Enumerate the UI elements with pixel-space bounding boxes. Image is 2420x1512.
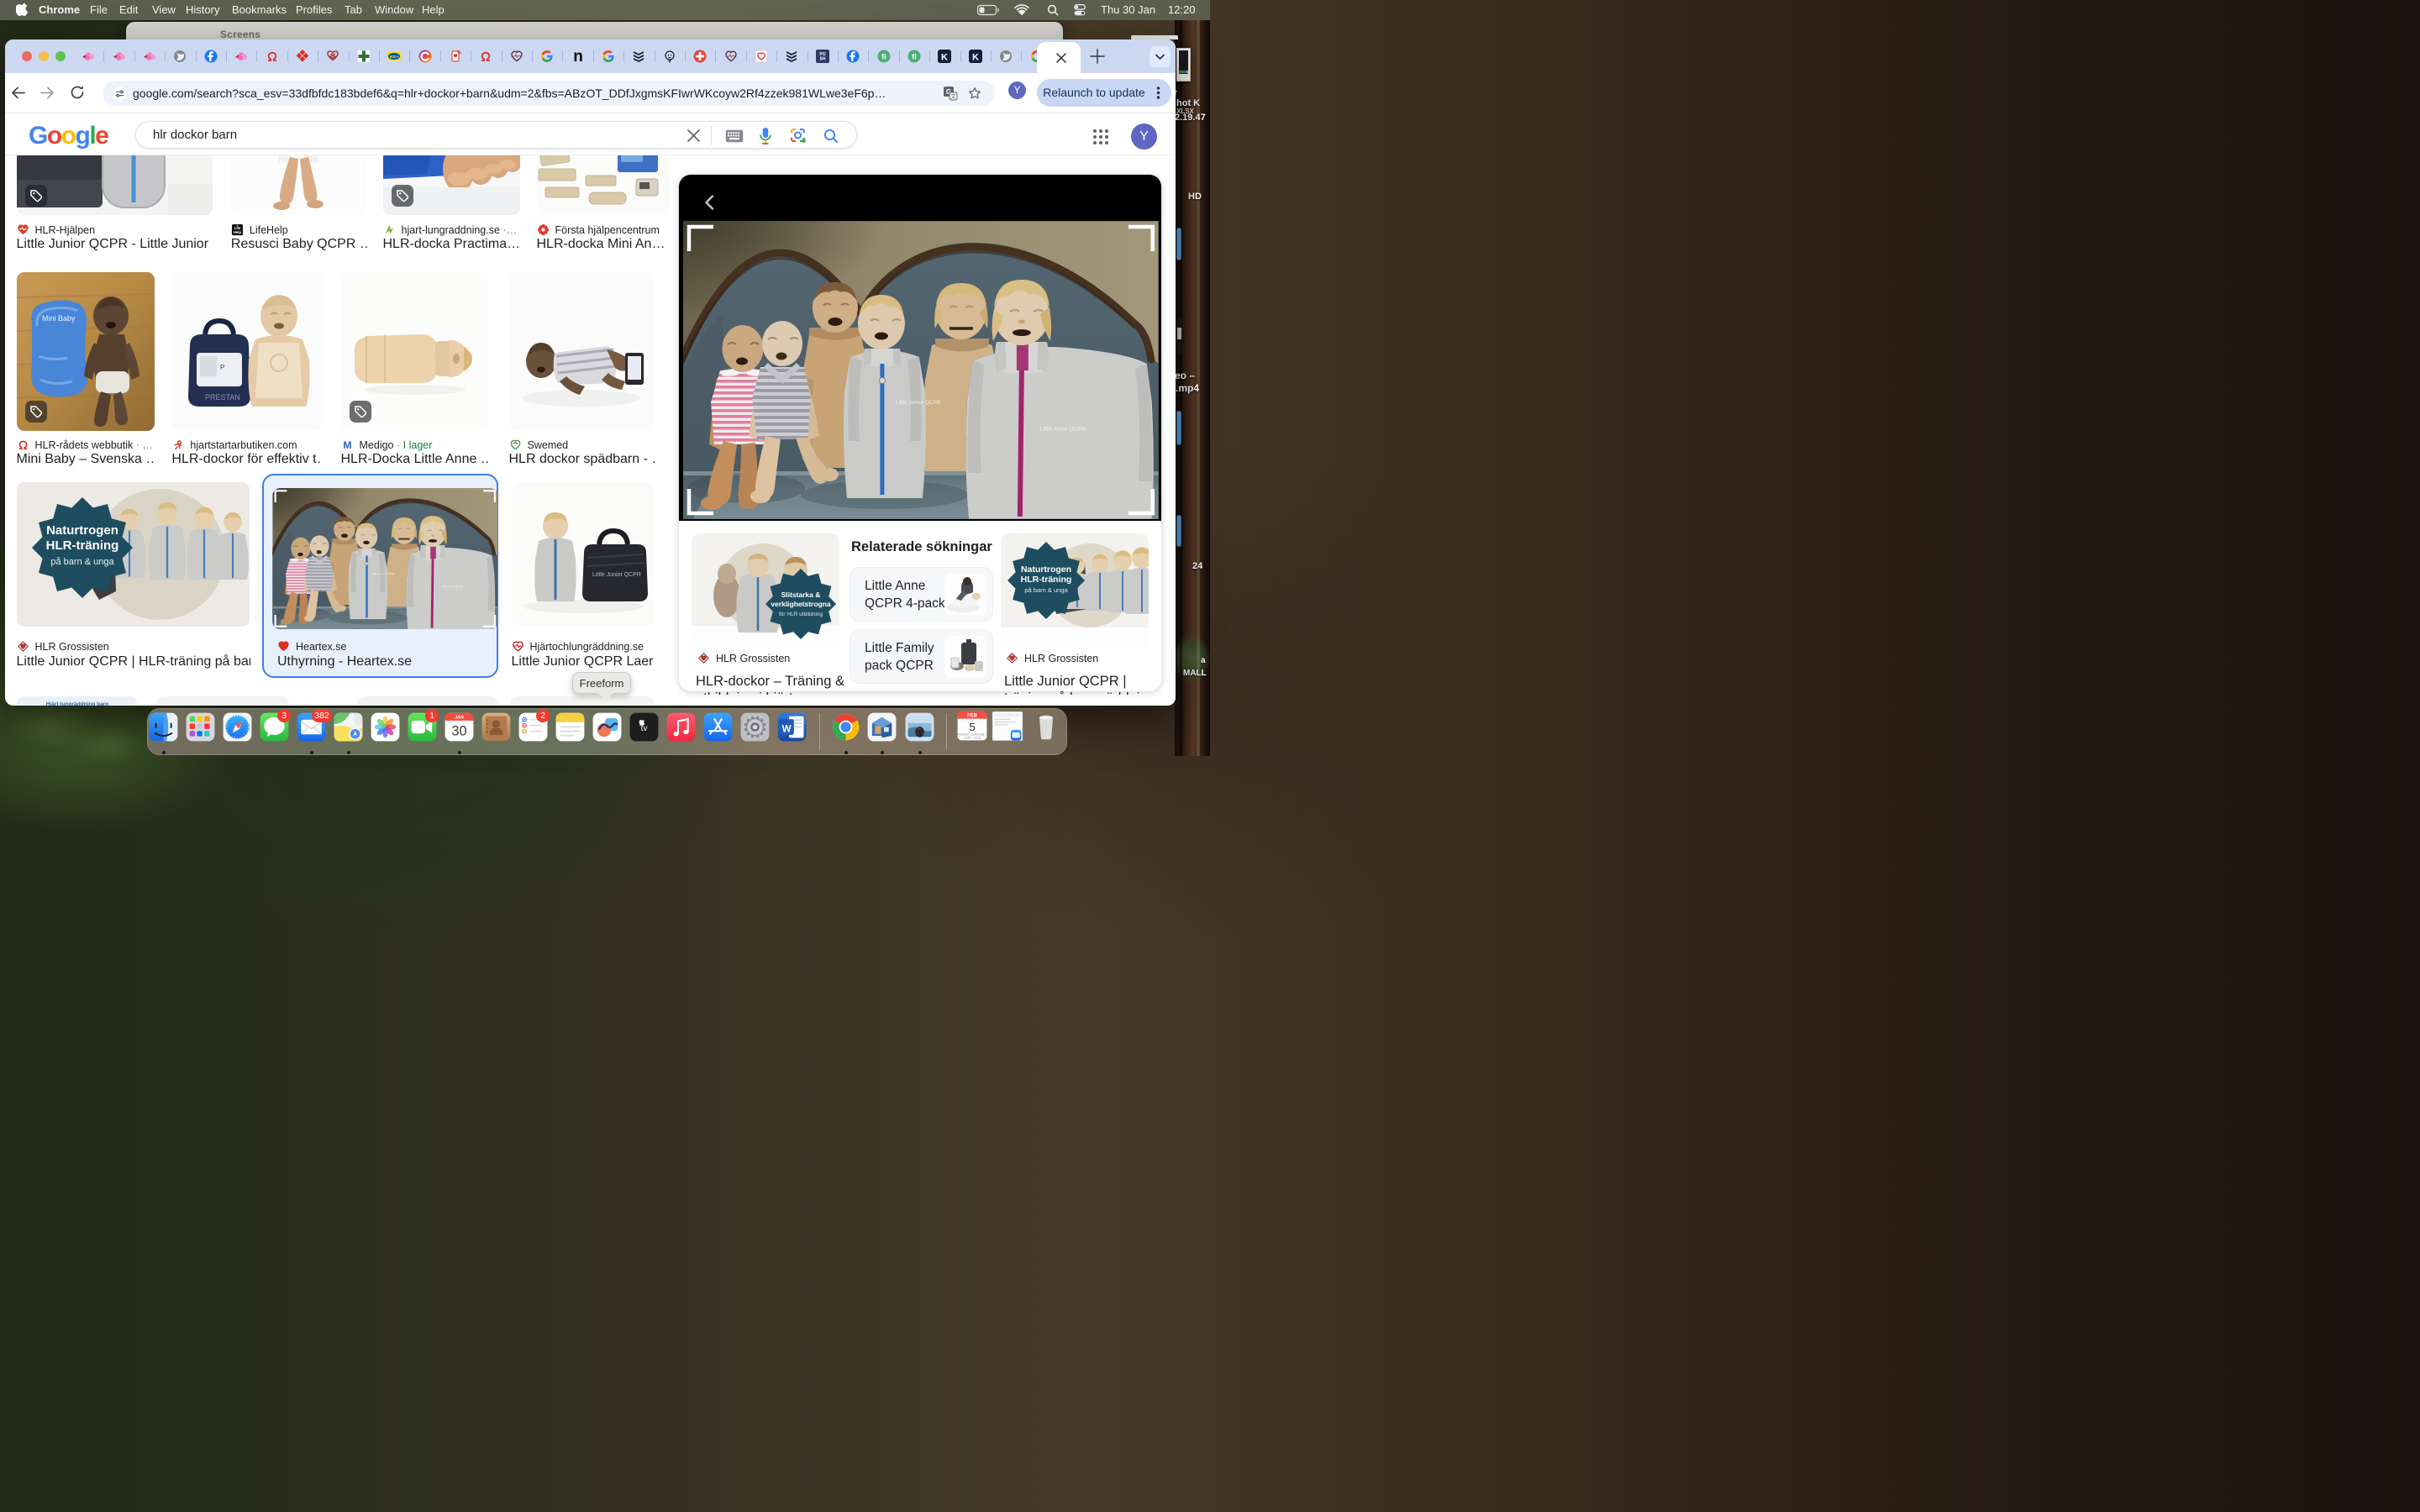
svg-text:på barn & unga: på barn & unga bbox=[1024, 586, 1068, 594]
svg-text:HLR-träning: HLR-träning bbox=[45, 538, 118, 553]
svg-text:Hjärt-lungräddning barn: Hjärt-lungräddning barn bbox=[45, 701, 108, 706]
svg-text:på barn & unga: på barn & unga bbox=[50, 557, 114, 567]
svg-text:Little Junior QCPR: Little Junior QCPR bbox=[592, 572, 641, 578]
svg-text:tv: tv bbox=[641, 724, 648, 733]
svg-text:Help: Help bbox=[234, 230, 242, 234]
svg-text:HLR-träning: HLR-träning bbox=[1021, 575, 1072, 585]
svg-text:fi: fi bbox=[912, 53, 917, 61]
svg-text:verklighetstrogna: verklighetstrogna bbox=[771, 600, 832, 608]
svg-text:fi: fi bbox=[881, 53, 886, 61]
svg-text:JAN: JAN bbox=[455, 715, 464, 720]
svg-text:Slitstarka &: Slitstarka & bbox=[781, 591, 821, 599]
svg-text:W: W bbox=[782, 723, 792, 734]
svg-text:K: K bbox=[972, 53, 979, 63]
svg-text:30: 30 bbox=[451, 723, 466, 738]
svg-text:SH: SH bbox=[819, 57, 825, 62]
svg-text:FEB: FEB bbox=[967, 714, 978, 719]
svg-text:Mini Baby: Mini Baby bbox=[42, 314, 76, 323]
svg-text:5: 5 bbox=[969, 721, 975, 733]
svg-text:för HLR utbildning: för HLR utbildning bbox=[779, 612, 823, 617]
svg-text:Kindred | Community...: Kindred | Community... bbox=[958, 732, 986, 736]
svg-text:K: K bbox=[941, 53, 948, 63]
svg-text:文: 文 bbox=[950, 92, 956, 100]
svg-text:Naturtrogen: Naturtrogen bbox=[1021, 564, 1071, 575]
svg-text:14:00 – 14:25: 14:00 – 14:25 bbox=[964, 737, 981, 740]
svg-text:IKEA: IKEA bbox=[390, 55, 399, 59]
svg-text:P: P bbox=[220, 364, 224, 371]
svg-text:Naturtrogen: Naturtrogen bbox=[46, 523, 118, 538]
svg-text:n: n bbox=[573, 50, 583, 63]
svg-text:PRESTAN: PRESTAN bbox=[205, 393, 240, 402]
svg-text:M: M bbox=[343, 439, 351, 451]
